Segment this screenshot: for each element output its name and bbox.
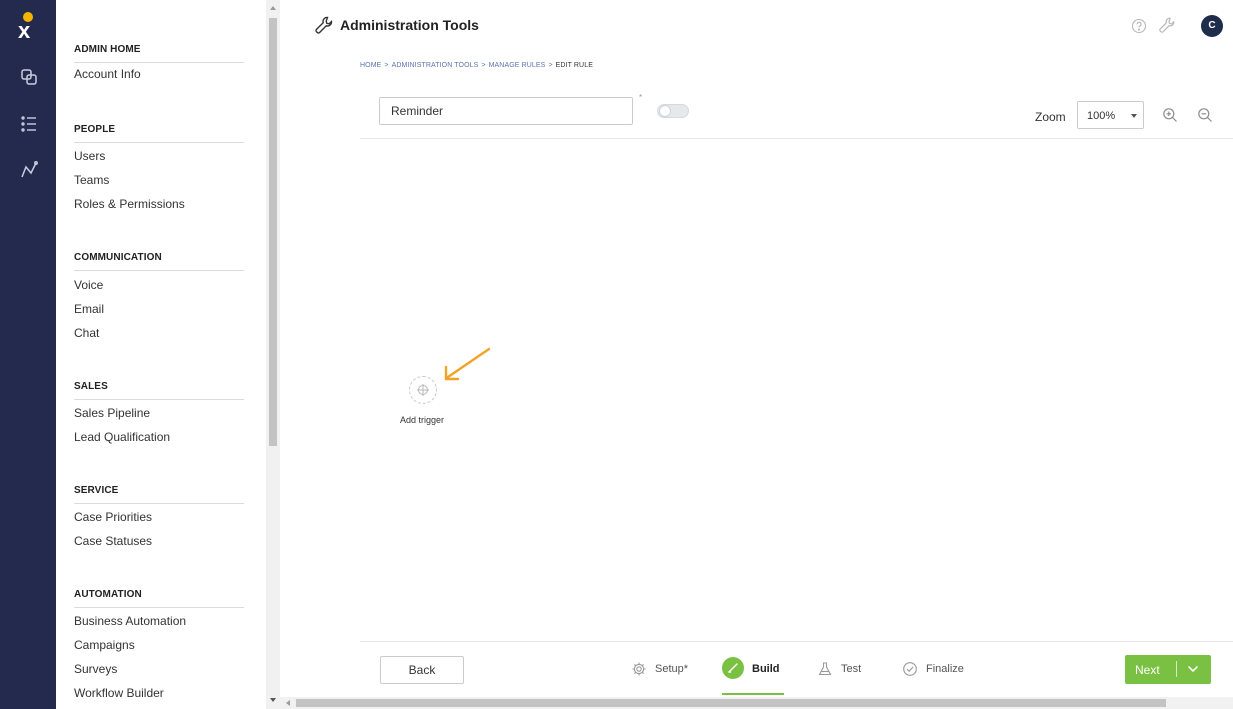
admin-sidenav: ADMIN HOME Account Info PEOPLE Users Tea… — [56, 0, 266, 709]
nav-section-service: SERVICE — [74, 485, 119, 496]
add-trigger-label[interactable]: Add trigger — [400, 415, 444, 425]
pointer-arrow-icon — [440, 346, 492, 384]
next-button-label: Next — [1135, 663, 1160, 677]
breadcrumb-current: EDIT RULE — [555, 62, 593, 69]
nav-section-people: PEOPLE — [74, 124, 116, 135]
breadcrumb-separator: > — [548, 62, 553, 69]
breadcrumb-separator: > — [481, 62, 486, 69]
pencil-icon — [722, 657, 744, 679]
active-step-indicator — [722, 693, 784, 695]
wrench-icon — [314, 15, 334, 35]
breadcrumb-separator: > — [384, 62, 389, 69]
sidebar-item-users[interactable]: Users — [74, 149, 105, 163]
logo-x: x — [18, 18, 31, 43]
help-icon[interactable] — [1131, 18, 1147, 34]
zoom-value: 100% — [1087, 110, 1116, 122]
breadcrumb-administration-tools[interactable]: ADMINISTRATION TOOLS — [392, 62, 479, 69]
caret-down-icon — [1131, 114, 1137, 118]
required-marker: * — [639, 93, 643, 102]
sidebar-item-roles-permissions[interactable]: Roles & Permissions — [74, 197, 185, 211]
step-test-label: Test — [841, 663, 862, 675]
scroll-thumb[interactable] — [296, 699, 1166, 707]
zoom-in-icon[interactable] — [1162, 107, 1178, 123]
section-divider — [74, 503, 244, 504]
section-divider — [74, 142, 244, 143]
zoom-out-icon[interactable] — [1197, 107, 1213, 123]
sidebar-item-teams[interactable]: Teams — [74, 173, 109, 187]
next-button-separator — [1176, 661, 1177, 677]
scroll-up-arrow[interactable] — [270, 6, 276, 10]
analytics-icon[interactable] — [20, 161, 38, 179]
sidebar-item-email[interactable]: Email — [74, 302, 104, 316]
check-circle-icon — [902, 661, 918, 677]
sidebar-item-chat[interactable]: Chat — [74, 326, 99, 340]
flask-icon — [817, 661, 833, 677]
sidebar-item-case-priorities[interactable]: Case Priorities — [74, 510, 152, 524]
next-button[interactable]: Next — [1125, 655, 1211, 684]
sidenav-scrollbar[interactable] — [266, 0, 280, 709]
app-logo[interactable]: x — [16, 12, 40, 42]
sidebar-item-lead-qualification[interactable]: Lead Qualification — [74, 430, 170, 444]
nav-section-sales: SALES — [74, 381, 108, 392]
settings-wrench-icon[interactable] — [1158, 16, 1176, 34]
sidebar-item-surveys[interactable]: Surveys — [74, 662, 117, 676]
user-avatar[interactable]: C — [1201, 15, 1223, 37]
chevron-down-icon[interactable] — [1187, 663, 1199, 675]
sidebar-item-account-info[interactable]: Account Info — [74, 67, 141, 81]
scroll-thumb[interactable] — [269, 18, 277, 446]
step-setup-label: Setup* — [655, 663, 689, 675]
breadcrumb: HOME > ADMINISTRATION TOOLS > MANAGE RULES > E… — [360, 62, 593, 69]
nav-section-automation: AUTOMATION — [74, 589, 142, 600]
add-trigger-button[interactable] — [409, 376, 437, 404]
step-finalize-label: Finalize — [926, 663, 964, 675]
sidebar-item-business-automation[interactable]: Business Automation — [74, 614, 186, 628]
nav-section-admin-home[interactable]: ADMIN HOME — [74, 44, 141, 55]
section-divider — [74, 399, 244, 400]
sidebar-item-sales-pipeline[interactable]: Sales Pipeline — [74, 406, 150, 420]
copy-icon[interactable] — [20, 68, 38, 86]
zoom-select[interactable]: 100% — [1077, 101, 1144, 129]
nav-section-communication: COMMUNICATION — [74, 252, 162, 263]
toggle-knob — [659, 105, 671, 117]
breadcrumb-manage-rules[interactable]: MANAGE RULES — [489, 62, 546, 69]
app-rail: x — [0, 0, 56, 709]
section-divider — [74, 607, 244, 608]
back-button[interactable]: Back — [380, 656, 464, 684]
section-divider — [74, 62, 244, 63]
sidebar-item-case-statuses[interactable]: Case Statuses — [74, 534, 152, 548]
page-title: Administration Tools — [340, 17, 479, 33]
gear-icon — [631, 661, 647, 677]
canvas-horizontal-scrollbar[interactable] — [280, 697, 1233, 709]
sidebar-item-voice[interactable]: Voice — [74, 278, 103, 292]
footer-divider — [360, 641, 1233, 642]
zoom-label: Zoom — [1035, 110, 1066, 124]
sidebar-item-campaigns[interactable]: Campaigns — [74, 638, 135, 652]
sidebar-item-workflow-builder[interactable]: Workflow Builder — [74, 686, 164, 700]
scroll-left-arrow[interactable] — [286, 700, 290, 706]
scroll-down-arrow[interactable] — [270, 698, 276, 702]
section-divider — [74, 270, 244, 271]
rule-name-input[interactable] — [379, 97, 633, 125]
list-icon[interactable] — [20, 115, 38, 133]
step-build-label: Build — [752, 663, 780, 675]
rule-enabled-toggle[interactable] — [657, 104, 689, 118]
toolbar-divider — [360, 138, 1233, 139]
breadcrumb-home[interactable]: HOME — [360, 62, 381, 69]
